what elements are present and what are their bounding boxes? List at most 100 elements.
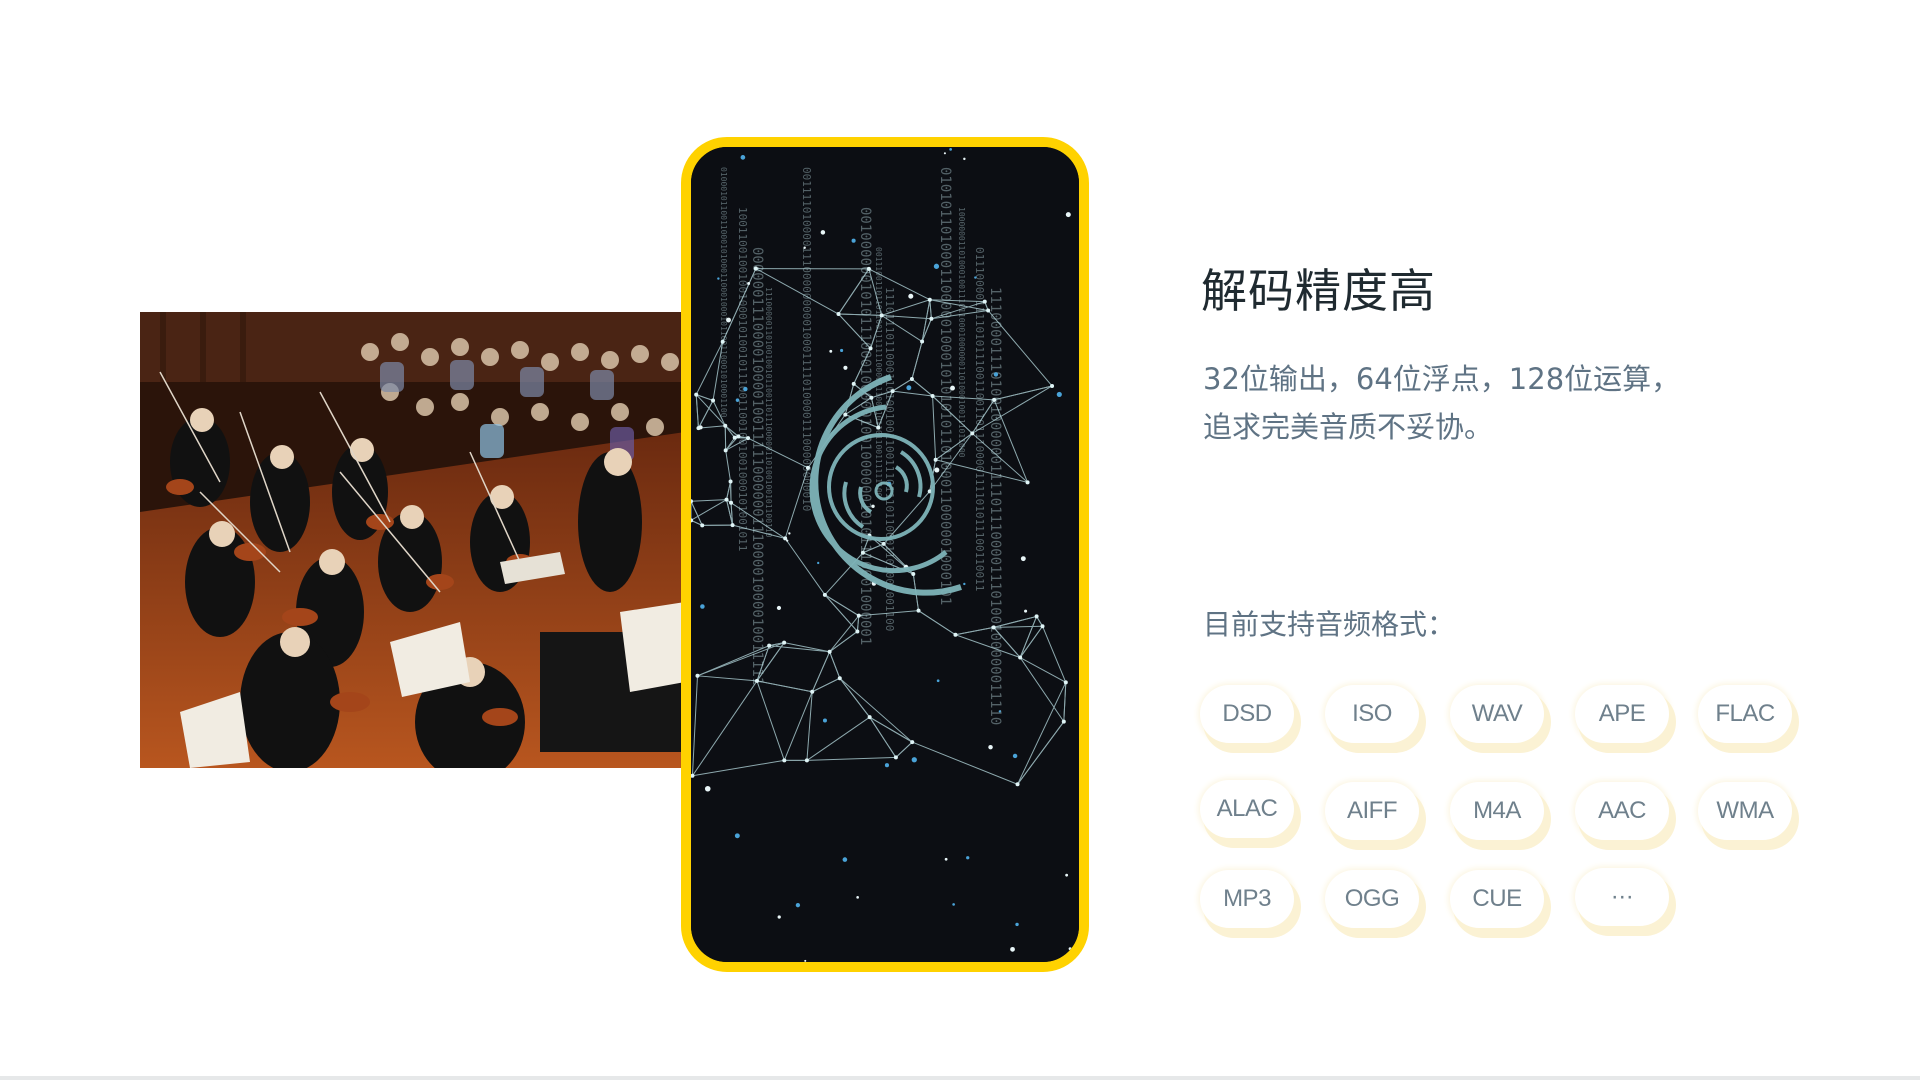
star-dot	[743, 386, 748, 392]
star-dot	[974, 276, 977, 279]
binary-stream: 0111000011110101110011001101110000111101…	[973, 247, 986, 591]
star-dot	[966, 856, 970, 860]
orchestra-photo	[140, 312, 685, 768]
star-dot	[704, 785, 711, 792]
format-pill-more[interactable]: ···	[1575, 868, 1669, 926]
mesh-node	[804, 758, 809, 763]
section-divider	[0, 1076, 1920, 1080]
binary-stream: 1110000011010010010110011011100000110100…	[764, 287, 773, 538]
audio-network-graphic: 0100010110011000101000110001000101100110…	[691, 147, 1079, 962]
mesh-node	[986, 308, 991, 313]
star-dot	[788, 532, 791, 535]
binary-stream: 0011110100001110000000001000111101000011…	[800, 167, 813, 511]
star-dot	[776, 605, 782, 611]
mesh-node	[893, 755, 898, 760]
star-dot	[795, 903, 801, 908]
binary-stream: 0011100110110110011111110000111001101101…	[874, 247, 883, 498]
star-dot	[906, 385, 912, 391]
star-dot	[949, 147, 952, 151]
star-dot	[804, 959, 807, 962]
star-dot	[993, 372, 999, 377]
star-dot	[856, 896, 859, 899]
orchestra-illustration	[140, 312, 685, 768]
mesh-node	[1025, 480, 1030, 485]
star-dot	[777, 915, 781, 919]
format-pill-aiff[interactable]: AIFF	[1325, 782, 1419, 840]
mesh-node	[916, 608, 921, 613]
star-dot	[1058, 147, 1062, 151]
mesh-node	[909, 377, 914, 382]
feature-title: 解码精度高	[1201, 264, 1436, 318]
format-pill-ogg[interactable]: OGG	[1325, 870, 1419, 928]
format-pill-ape[interactable]: APE	[1575, 685, 1669, 743]
mesh-node	[868, 346, 873, 351]
binary-stream: 0101011010001100000100010101010110100011…	[937, 167, 953, 605]
format-pill-flac[interactable]: FLAC	[1698, 685, 1792, 743]
mesh-node	[927, 297, 932, 302]
mesh-node	[753, 266, 758, 271]
mesh-node	[953, 632, 958, 637]
mesh-node	[837, 676, 842, 681]
mesh-node	[836, 312, 841, 317]
mesh-node	[754, 678, 759, 683]
mesh-node	[876, 425, 881, 430]
star-dot	[817, 561, 820, 565]
mesh-node	[1034, 614, 1039, 619]
star-dot	[1065, 212, 1071, 218]
star-dot	[840, 348, 844, 353]
mesh-node	[723, 423, 728, 428]
mesh-node	[910, 740, 915, 745]
mesh-node	[1040, 624, 1045, 629]
mesh-node	[920, 339, 925, 344]
mesh-node	[782, 640, 787, 645]
star-dot	[803, 246, 806, 249]
star-dot	[1068, 947, 1072, 951]
feature-description: 32位输出，64位浮点，128位运算， 追求完美音质不妥协。	[1203, 355, 1680, 451]
star-dot	[700, 604, 705, 609]
format-pill-mp3[interactable]: MP3	[1200, 870, 1294, 928]
formats-label: 目前支持音频格式：	[1203, 608, 1456, 641]
mesh-node	[822, 592, 827, 597]
format-pill-aac[interactable]: AAC	[1575, 782, 1669, 840]
star-dot	[933, 263, 940, 269]
star-dot	[911, 757, 917, 763]
star-dot	[934, 467, 940, 473]
star-dot	[786, 539, 789, 542]
mesh-node	[991, 625, 996, 630]
star-dot	[943, 152, 946, 155]
mesh-node	[729, 500, 734, 505]
star-dot	[1020, 556, 1026, 562]
mesh-node	[933, 457, 938, 462]
star-dot	[944, 857, 948, 861]
star-dot	[717, 277, 720, 280]
star-dot	[988, 744, 993, 750]
mesh-node	[1015, 782, 1020, 787]
format-pill-dsd[interactable]: DSD	[1200, 685, 1294, 743]
format-pill-alac[interactable]: ALAC	[1200, 780, 1294, 838]
star-dot	[998, 710, 1002, 713]
star-dot	[822, 718, 827, 723]
mesh-node	[911, 571, 916, 576]
mesh-node	[700, 523, 705, 528]
format-pill-cue[interactable]: CUE	[1450, 870, 1544, 928]
format-pill-iso[interactable]: ISO	[1325, 685, 1419, 743]
mesh-node	[724, 497, 729, 502]
star-dot	[884, 763, 890, 768]
format-pill-wav[interactable]: WAV	[1450, 685, 1544, 743]
binary-stream: 1001100100100100010100101110011001001001…	[736, 207, 749, 551]
mesh-node	[992, 397, 997, 402]
binary-stream: 0000001110000100001001111100000011100001…	[749, 247, 765, 685]
binary-stream: 1110000111010010000001111011100001110100…	[987, 287, 1003, 725]
mesh-node	[1018, 655, 1023, 660]
mesh-node	[711, 398, 716, 403]
mesh-node	[879, 313, 884, 318]
format-pill-m4a[interactable]: M4A	[1450, 782, 1544, 840]
star-dot	[1056, 391, 1062, 398]
mesh-node	[767, 643, 772, 648]
star-dot	[829, 349, 833, 353]
star-dot	[1069, 150, 1073, 153]
mesh-node	[1050, 383, 1055, 388]
star-dot	[1065, 873, 1069, 877]
format-pill-wma[interactable]: WMA	[1698, 782, 1792, 840]
star-dot	[1015, 922, 1019, 927]
